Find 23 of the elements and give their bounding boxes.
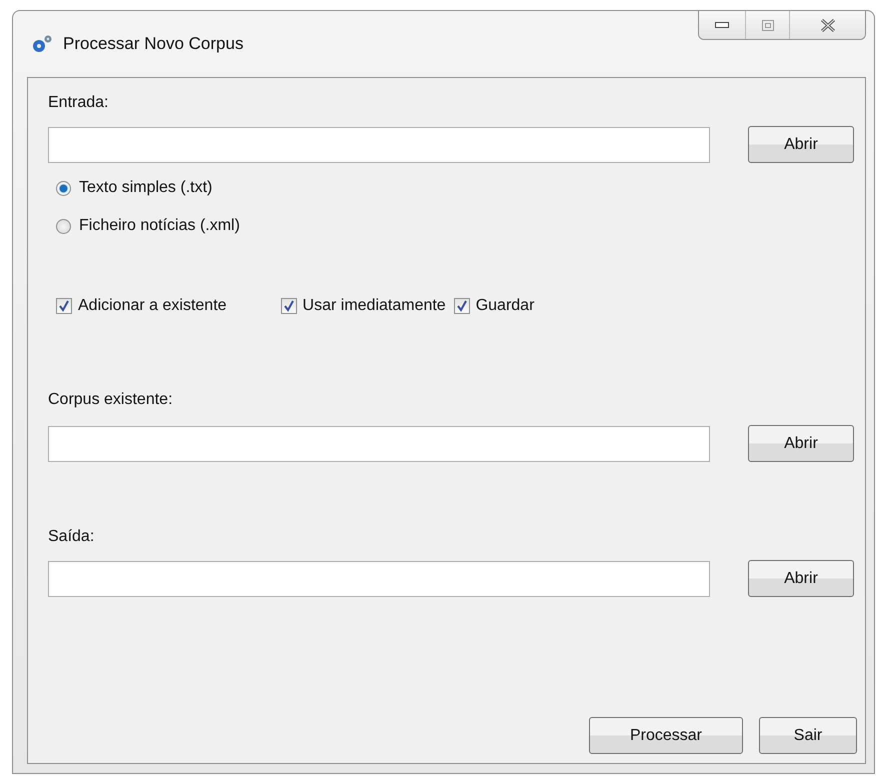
maximize-icon: [762, 20, 774, 30]
close-icon: [820, 18, 836, 32]
exit-button[interactable]: Sair: [759, 717, 857, 754]
window-title: Processar Novo Corpus: [63, 34, 244, 54]
output-label: Saída:: [48, 528, 96, 546]
format-radio[interactable]: Texto simples (.txt): [56, 179, 212, 197]
text-field[interactable]: [48, 560, 710, 596]
open-button[interactable]: Abrir: [748, 425, 854, 462]
gears-icon: [31, 35, 53, 53]
existing-corpus-label: Corpus existente:: [48, 391, 174, 409]
open-button[interactable]: Abrir: [748, 560, 854, 597]
option-checkbox[interactable]: Guardar: [454, 297, 534, 315]
minimize-button[interactable]: [699, 11, 745, 39]
text-field[interactable]: [48, 426, 710, 462]
process-button[interactable]: Processar: [589, 717, 743, 754]
open-button[interactable]: Abrir: [748, 126, 854, 163]
close-button[interactable]: [789, 11, 865, 39]
format-radio[interactable]: Ficheiro notícias (.xml): [56, 217, 240, 235]
minimize-icon: [715, 22, 729, 28]
option-checkbox[interactable]: Adicionar a existente: [56, 297, 227, 315]
input-label: Entrada:: [48, 94, 110, 112]
option-checkbox[interactable]: Usar imediatamente: [280, 297, 446, 315]
text-field[interactable]: [48, 126, 710, 162]
